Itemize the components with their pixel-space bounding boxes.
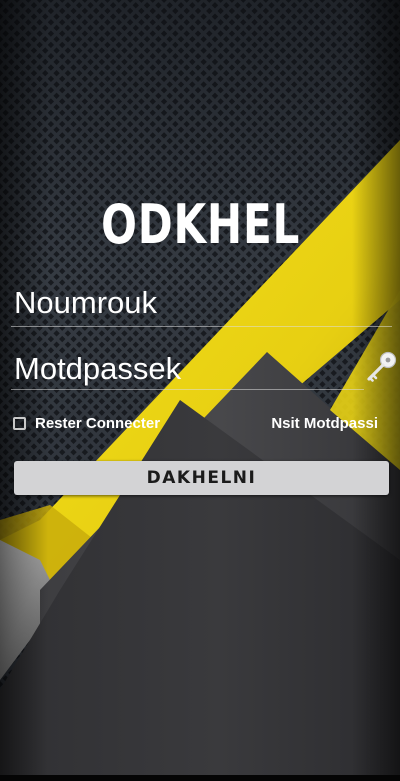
remember-me[interactable]: Rester Connecter bbox=[13, 413, 160, 433]
password-underline bbox=[11, 389, 364, 390]
remember-label: Rester Connecter bbox=[35, 414, 161, 432]
app-title: ODKHEL bbox=[101, 193, 301, 256]
key-icon[interactable] bbox=[364, 350, 398, 384]
password-field[interactable] bbox=[12, 348, 356, 390]
username-underline bbox=[11, 326, 392, 327]
background-graphic bbox=[0, 0, 400, 781]
username-field[interactable] bbox=[12, 282, 386, 324]
login-screen: ODKHEL Rester Connecter Nsit Motdpassi D… bbox=[0, 0, 400, 781]
login-button[interactable]: DAKHELNI bbox=[14, 461, 389, 495]
forgot-password-link[interactable]: Nsit Motdpassi bbox=[271, 414, 378, 434]
remember-checkbox[interactable] bbox=[13, 416, 26, 430]
